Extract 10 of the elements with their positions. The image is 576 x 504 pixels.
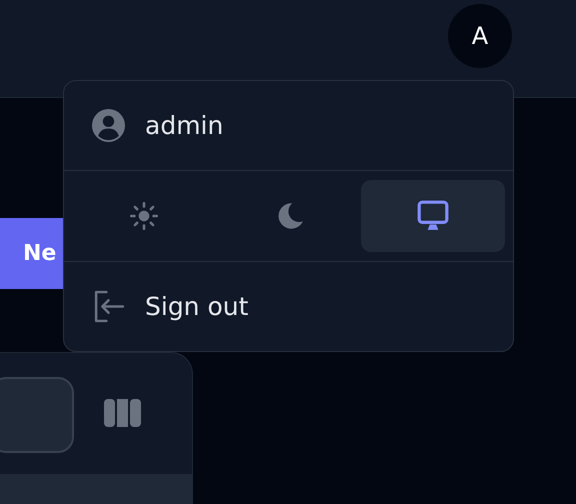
theme-option[interactable] — [360, 180, 505, 252]
new-button[interactable]: Ne — [0, 218, 63, 289]
username: admin — [145, 110, 224, 142]
user-avatar[interactable]: A — [448, 4, 512, 68]
search-field[interactable] — [0, 377, 74, 453]
sign-out-icon — [92, 290, 125, 323]
monitor-icon — [416, 198, 450, 233]
columns-button[interactable] — [104, 399, 142, 429]
sign-out-button[interactable]: Sign out — [92, 288, 248, 326]
user-icon — [92, 109, 125, 142]
